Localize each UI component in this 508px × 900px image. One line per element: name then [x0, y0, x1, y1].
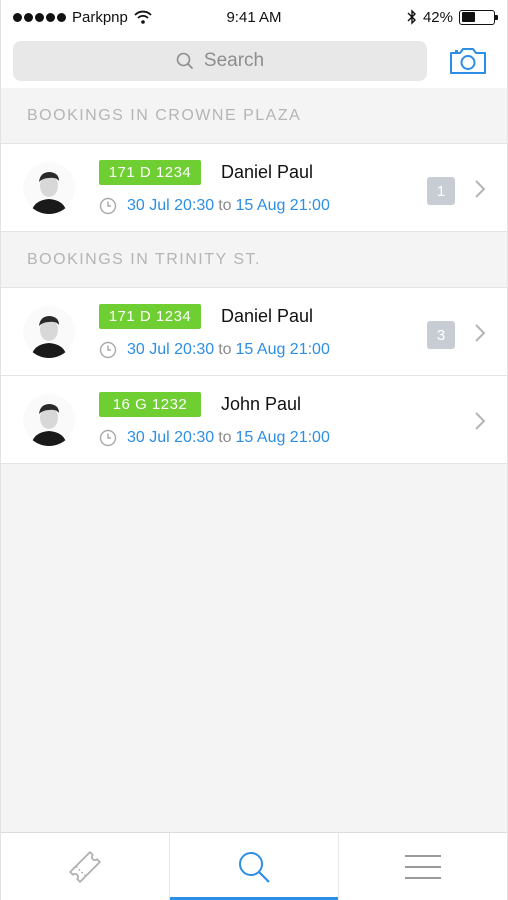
section-header-crowne-plaza: BOOKINGS IN CROWNE PLAZA	[1, 88, 507, 144]
status-bar: Parkpnp 9:41 AM 42%	[1, 0, 507, 34]
to-label: to	[218, 429, 232, 446]
search-icon	[176, 52, 194, 70]
carrier-label: Parkpnp	[72, 8, 128, 26]
status-left: Parkpnp	[13, 9, 254, 26]
count-badge: 3	[427, 321, 455, 349]
license-plate: 16 G 1232	[99, 392, 201, 417]
camera-icon	[450, 48, 486, 74]
end-date: 15 Aug 21:00	[235, 341, 330, 358]
start-date: 30 Jul 20:30	[127, 341, 215, 358]
clock-icon	[99, 429, 117, 447]
booking-info: 16 G 1232 John Paul 30 Jul 20:30 to 15 Aug…	[99, 392, 507, 447]
booking-period: 30 Jul 20:30 to 15 Aug 21:00	[99, 429, 507, 447]
chevron-right-icon	[475, 412, 486, 430]
customer-name: John Paul	[221, 394, 302, 414]
battery-level	[461, 12, 475, 22]
signal-dots-icon	[13, 12, 66, 22]
count-badge: 1	[427, 177, 455, 205]
search-header: Search	[1, 34, 507, 88]
avatar	[23, 393, 75, 446]
start-date: 30 Jul 20:30	[127, 197, 215, 214]
customer-name: Daniel Paul	[221, 162, 314, 182]
start-date: 30 Jul 20:30	[127, 429, 215, 446]
clock-icon	[99, 341, 117, 359]
booking-row[interactable]: 171 D 1234 Daniel Paul 30 Jul 20:30 to 15 …	[1, 144, 507, 232]
tab-tickets[interactable]	[1, 833, 169, 900]
search-placeholder: Search	[203, 50, 265, 71]
status-right: 42%	[254, 8, 498, 26]
search-icon	[239, 851, 270, 883]
camera-button[interactable]	[447, 44, 489, 78]
tab-bar	[1, 832, 507, 900]
end-date: 15 Aug 21:00	[235, 197, 330, 214]
wifi-icon	[134, 10, 152, 24]
end-date: 15 Aug 21:00	[235, 429, 330, 446]
booking-top: 16 G 1232 John Paul	[99, 392, 507, 417]
license-plate: 171 D 1234	[99, 160, 201, 185]
bluetooth-icon	[407, 9, 416, 25]
section-header-trinity-st: BOOKINGS IN TRINITY ST.	[1, 232, 507, 288]
chevron-right-icon	[475, 324, 486, 342]
to-label: to	[218, 197, 232, 214]
tab-search[interactable]	[169, 833, 338, 900]
customer-name: Daniel Paul	[221, 306, 314, 326]
avatar	[23, 305, 75, 358]
booking-row[interactable]: 16 G 1232 John Paul 30 Jul 20:30 to 15 Aug…	[1, 376, 507, 464]
to-label: to	[218, 341, 232, 358]
booking-row[interactable]: 171 D 1234 Daniel Paul 30 Jul 20:30 to 15 …	[1, 288, 507, 376]
app-screen: Parkpnp 9:41 AM 42% Search BOOKINGS IN C…	[0, 0, 508, 900]
ticket-icon	[69, 850, 101, 883]
license-plate: 171 D 1234	[99, 304, 201, 329]
chevron-right-icon	[475, 180, 486, 198]
search-input[interactable]: Search	[13, 41, 427, 81]
bookings-list: BOOKINGS IN CROWNE PLAZA 171 D 1234 Dani…	[1, 88, 507, 464]
menu-icon	[405, 854, 441, 879]
battery-icon	[459, 9, 498, 25]
battery-percent: 42%	[422, 8, 453, 26]
tab-menu[interactable]	[338, 833, 507, 900]
clock-icon	[99, 197, 117, 215]
avatar	[23, 161, 75, 214]
